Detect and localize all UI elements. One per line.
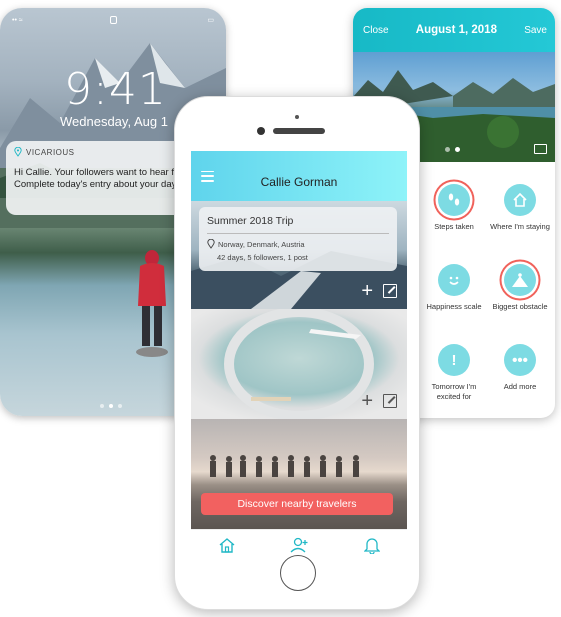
prompt-label: Where I'm staying xyxy=(490,222,550,231)
bell-icon[interactable] xyxy=(364,536,380,554)
main-feed-phone: Callie Gorman Summer 2018 Trip Norway, D… xyxy=(174,96,420,610)
trip-title: Summer 2018 Trip xyxy=(207,215,294,227)
prompt-label: Add more xyxy=(503,382,537,391)
feed-screen: Callie Gorman Summer 2018 Trip Norway, D… xyxy=(191,151,407,559)
add-friend-icon[interactable] xyxy=(290,537,310,553)
notification-app-name: VICARIOUS xyxy=(26,147,75,157)
home-button[interactable] xyxy=(280,555,316,591)
prompt-where-staying[interactable]: Where I'm staying xyxy=(487,184,553,258)
trip-actions: + xyxy=(361,281,397,301)
image-gallery-icon[interactable] xyxy=(534,144,547,154)
prompt-steps-taken[interactable]: Steps taken xyxy=(421,184,487,258)
prompt-label: Biggest obstacle xyxy=(492,302,548,311)
edit-icon[interactable] xyxy=(383,394,397,408)
house-icon xyxy=(504,184,536,216)
trip-summary-card[interactable]: Summer 2018 Trip Norway, Denmark, Austri… xyxy=(199,207,397,271)
feed-header: Callie Gorman xyxy=(191,151,407,201)
prompt-biggest-obstacle[interactable]: Biggest obstacle xyxy=(487,264,553,338)
trip-location-row: Norway, Denmark, Austria xyxy=(207,239,389,249)
entry-header: Close August 1, 2018 Save xyxy=(353,8,555,52)
front-camera xyxy=(257,127,265,135)
lock-icon xyxy=(110,16,117,24)
prompt-tomorrow-excited[interactable]: ! Tomorrow I'm excited for xyxy=(421,344,487,418)
discover-travelers-button[interactable]: Discover nearby travelers xyxy=(201,493,393,515)
save-button[interactable]: Save xyxy=(524,25,547,36)
photo-page-dots xyxy=(445,147,460,152)
travelers-card: Discover nearby travelers xyxy=(191,419,407,529)
trip-countries: Norway, Denmark, Austria xyxy=(218,239,305,249)
edit-icon[interactable] xyxy=(383,284,397,298)
exclamation-icon: ! xyxy=(438,344,470,376)
home-icon[interactable] xyxy=(218,537,236,553)
location-pin-icon xyxy=(207,239,215,249)
hiker-figure xyxy=(136,250,168,357)
prompt-happiness-scale[interactable]: Happiness scale xyxy=(421,264,487,338)
trip-stats: 42 days, 5 followers, 1 post xyxy=(217,253,308,262)
prompt-label: Happiness scale xyxy=(426,302,482,311)
marketing-composition: •• ≈ ▭ 9:41 Wednesday, Aug 1 VICARIOUS Hi… xyxy=(0,0,561,617)
location-pin-icon xyxy=(14,147,22,157)
climber-icon xyxy=(504,264,536,296)
front-sensor xyxy=(295,115,299,119)
entry-date-title: August 1, 2018 xyxy=(415,24,497,36)
add-icon[interactable]: + xyxy=(361,281,373,301)
prompt-label: Steps taken xyxy=(434,222,474,231)
prompt-grid: Steps taken Where I'm staying Happiness … xyxy=(421,184,555,418)
trip-card-mountains[interactable]: Summer 2018 Trip Norway, Denmark, Austri… xyxy=(191,201,407,309)
card-divider xyxy=(207,233,389,234)
trip-actions: + xyxy=(361,391,397,411)
profile-name: Callie Gorman xyxy=(260,175,338,189)
trip-card-airplane[interactable]: + xyxy=(191,309,407,419)
close-button[interactable]: Close xyxy=(363,25,389,36)
lock-date: Wednesday, Aug 1 xyxy=(60,114,168,129)
earpiece-speaker xyxy=(273,128,325,134)
smiley-icon xyxy=(438,264,470,296)
prompt-label: Tomorrow I'm excited for xyxy=(431,382,477,401)
page-dots xyxy=(100,404,122,408)
more-icon: ••• xyxy=(504,344,536,376)
add-icon[interactable]: + xyxy=(361,391,373,411)
prompt-add-more[interactable]: ••• Add more xyxy=(487,344,553,418)
footprints-icon xyxy=(438,184,470,216)
